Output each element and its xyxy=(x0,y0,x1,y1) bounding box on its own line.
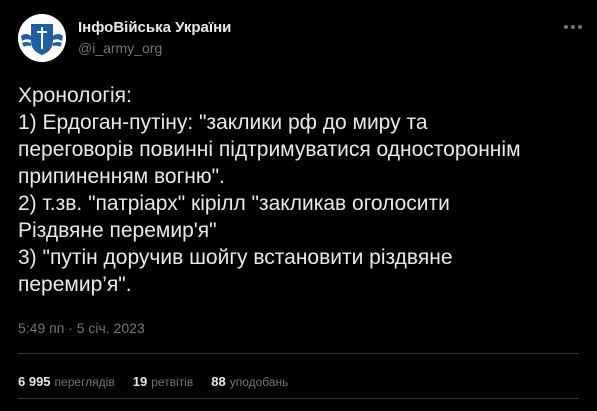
author-handle[interactable]: @i_army_org xyxy=(78,40,162,56)
tweet-text-line: Різдвяне перемир'я" xyxy=(18,219,217,242)
tweet-timestamp[interactable]: 5:49 пп · 5 січ. 2023 xyxy=(18,320,145,336)
views-stat[interactable]: 6 995 переглядів xyxy=(18,374,115,389)
tweet-text: Хронологія: 1) Ердоган-путіну: "заклики … xyxy=(18,82,588,298)
author-name-row: ІнфоВійська України xyxy=(78,19,231,36)
tweet-header: ІнфоВійська України @i_army_org xyxy=(18,14,587,62)
engagement-stats: 6 995 переглядів 19 ретвітів 88 уподобан… xyxy=(18,374,306,389)
retweets-stat[interactable]: 19 ретвітів xyxy=(133,374,194,389)
avatar[interactable] xyxy=(18,14,66,62)
likes-count: 88 xyxy=(211,374,226,389)
tweet-text-line: припиненням вогню". xyxy=(18,165,225,188)
tweet-text-line: 1) Ердоган-путіну: "заклики рф до миру т… xyxy=(18,111,428,134)
views-label: переглядів xyxy=(54,375,115,389)
likes-label: уподобань xyxy=(229,375,289,389)
more-dots-icon xyxy=(578,25,582,29)
more-options-button[interactable] xyxy=(559,16,587,38)
likes-stat[interactable]: 88 уподобань xyxy=(211,374,288,389)
army-emblem-icon xyxy=(18,14,66,62)
tweet-text-line: 2) т.зв. "патріарх" кірілл "закликав ого… xyxy=(18,192,450,215)
tweet-text-line: перемир’я". xyxy=(18,273,132,296)
author-display-name[interactable]: ІнфоВійська України xyxy=(78,19,231,36)
retweets-label: ретвітів xyxy=(151,375,194,389)
more-dots-icon xyxy=(571,25,575,29)
retweets-count: 19 xyxy=(132,374,148,389)
tweet-text-line: 3) "путін доручив шойгу встановити різдв… xyxy=(18,246,453,269)
divider xyxy=(18,353,579,354)
divider xyxy=(18,398,579,399)
tweet-text-line: переговорів повинні підтримуватися однос… xyxy=(18,138,521,161)
tweet-text-line: Хронологія: xyxy=(18,84,132,107)
views-count: 6 995 xyxy=(18,374,51,389)
more-dots-icon xyxy=(564,25,568,29)
